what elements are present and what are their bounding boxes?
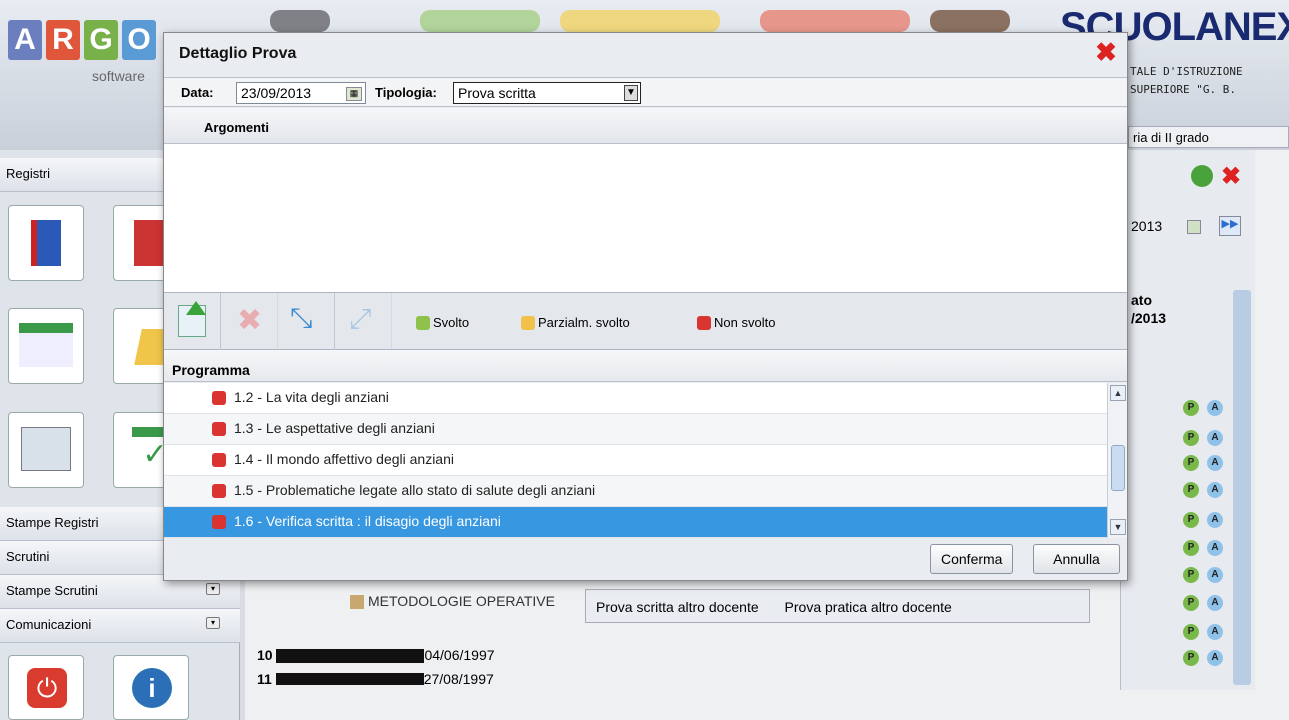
assente-icon[interactable]: A [1207,482,1223,498]
assente-icon[interactable]: A [1207,512,1223,528]
red-cube-icon [212,391,226,405]
scroll-thumb[interactable] [1111,445,1125,491]
tab-prova-scritta[interactable]: Prova scritta altro docente [596,599,759,615]
legend-parzialmente-svolto: Parzialm. svolto [521,315,630,330]
argomenti-header: Argomenti [164,108,1127,144]
chevron-down-icon[interactable]: ▼ [624,85,638,101]
assente-icon[interactable]: A [1207,400,1223,416]
close-icon[interactable]: ✖ [1221,162,1241,191]
scrollbar[interactable] [1233,290,1251,685]
expand-icon[interactable]: ▾ [206,583,220,595]
programma-scrollbar[interactable]: ▲ ▼ [1107,383,1127,538]
assente-icon[interactable]: A [1207,430,1223,446]
dettaglio-prova-dialog: Dettaglio Prova ✖ Data: 23/09/2013 ▦ Tip… [163,32,1128,581]
data-label: Data: [181,85,214,100]
presente-icon[interactable]: P [1183,455,1199,471]
red-cube-icon [212,422,226,436]
assente-icon[interactable]: A [1207,540,1223,556]
assente-icon[interactable]: A [1207,595,1223,611]
tab-bar: Prova scritta altro docente Prova pratic… [585,589,1090,623]
presente-icon[interactable]: P [1183,567,1199,583]
fast-forward-icon[interactable]: ▶▶ [1219,216,1241,236]
sidebar-comunicazioni[interactable]: Comunicazioni ▾ [0,609,240,643]
red-cube-icon [212,515,226,529]
legend-non-svolto: Non svolto [697,315,775,330]
action-toolbar: ✖ ⤡ ⤢ Svolto Parzialm. svolto Non svolto [164,292,1127,350]
assente-icon[interactable]: A [1207,567,1223,583]
presente-icon[interactable]: P [1183,430,1199,446]
presente-icon[interactable]: P [1183,540,1199,556]
legend-svolto: Svolto [416,315,469,330]
column-year: /2013 [1131,310,1167,326]
expand-icon[interactable]: ▾ [206,617,220,629]
logout-icon[interactable]: ⏻ [8,655,84,720]
presente-icon[interactable]: P [1183,512,1199,528]
presente-icon[interactable]: P [1183,624,1199,640]
delete-button[interactable]: ✖ [221,293,278,350]
column-title: ato [1131,292,1152,308]
list-item[interactable]: 1.3 - Le aspettative degli anziani [164,414,1107,445]
calendar-icon[interactable] [8,308,84,384]
red-cube-icon [212,453,226,467]
tipologia-select[interactable]: Prova scritta ▼ [453,82,641,104]
presente-icon[interactable]: P [1183,595,1199,611]
assente-icon[interactable]: A [1207,624,1223,640]
collapse-icon[interactable]: ⤢ [335,293,392,350]
annulla-button[interactable]: Annulla [1033,544,1120,574]
dialog-title: Dettaglio Prova [179,45,297,62]
red-cube-icon [212,484,226,498]
table-row[interactable]: 10 04/06/1997 [257,647,495,673]
conferma-button[interactable]: Conferma [930,544,1014,574]
list-item[interactable]: 1.4 - Il mondo affettivo degli anziani [164,445,1107,476]
programma-list: 1.2 - La vita degli anziani 1.3 - Le asp… [164,383,1107,538]
date-field[interactable]: 2013 [1131,218,1162,234]
argomenti-list[interactable] [164,144,1127,292]
calendar-icon[interactable]: ▦ [346,87,362,101]
presente-icon[interactable]: P [1183,482,1199,498]
info-icon[interactable]: i [113,655,189,720]
assente-icon[interactable]: A [1207,455,1223,471]
yellow-cube-icon [521,315,535,330]
presente-icon[interactable]: P [1183,650,1199,666]
scroll-up-icon[interactable]: ▲ [1110,385,1126,401]
expand-icon[interactable]: ⤡ [278,293,335,350]
argo-logo: A R G O [8,20,156,60]
close-icon[interactable]: ✖ [1095,39,1117,65]
list-item[interactable]: 1.5 - Problematiche legate allo stato di… [164,476,1107,507]
school-grade-field: ria di II grado [1128,126,1289,148]
tipologia-label: Tipologia: [375,85,437,100]
school-name-line2: SUPERIORE "G. B. [1130,83,1236,96]
filter-row: Data: 23/09/2013 ▦ Tipologia: Prova scri… [164,77,1127,107]
course-label: METODOLOGIE OPERATIVE [350,593,555,619]
add-argomento-button[interactable] [164,293,221,350]
table-row[interactable]: 11 27/08/1997 [257,671,494,685]
logo-subtitle: software [92,68,145,84]
tab-prova-pratica[interactable]: Prova pratica altro docente [785,599,952,615]
grades-icon[interactable] [8,412,84,488]
green-cube-icon [416,315,430,330]
list-item[interactable]: 1.2 - La vita degli anziani [164,383,1107,414]
calendar-icon[interactable] [1187,220,1201,234]
programma-header: Programma [164,350,1127,382]
assente-icon[interactable]: A [1207,650,1223,666]
list-item-selected[interactable]: 1.6 - Verifica scritta : il disagio degl… [164,507,1107,538]
up-arrow-icon[interactable] [1191,165,1213,187]
red-cube-icon [697,315,711,330]
right-panel: ✖ 2013 ▶▶ ato /2013 PA PA PA PA PA PA PA… [1120,150,1255,690]
presente-icon[interactable]: P [1183,400,1199,416]
school-name-line1: TALE D'ISTRUZIONE [1130,65,1243,78]
registro-icon[interactable] [8,205,84,281]
scroll-down-icon[interactable]: ▼ [1110,519,1126,535]
